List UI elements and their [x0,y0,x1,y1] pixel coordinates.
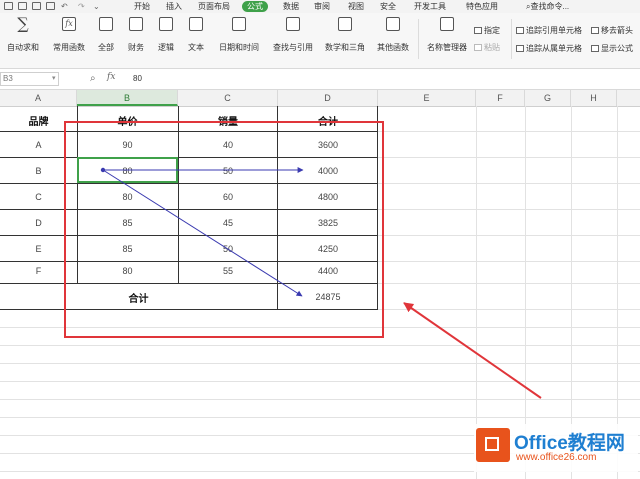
annotation-arrow [403,302,542,399]
office-logo-icon [476,428,510,462]
logo-frame [485,437,499,451]
watermark-logo: Office教程网 www.office26.com [474,424,638,472]
logo-url-text: www.office26.com [516,452,597,463]
annotation-box [64,121,384,338]
logo-brand-text: Office教程网 [514,433,625,454]
